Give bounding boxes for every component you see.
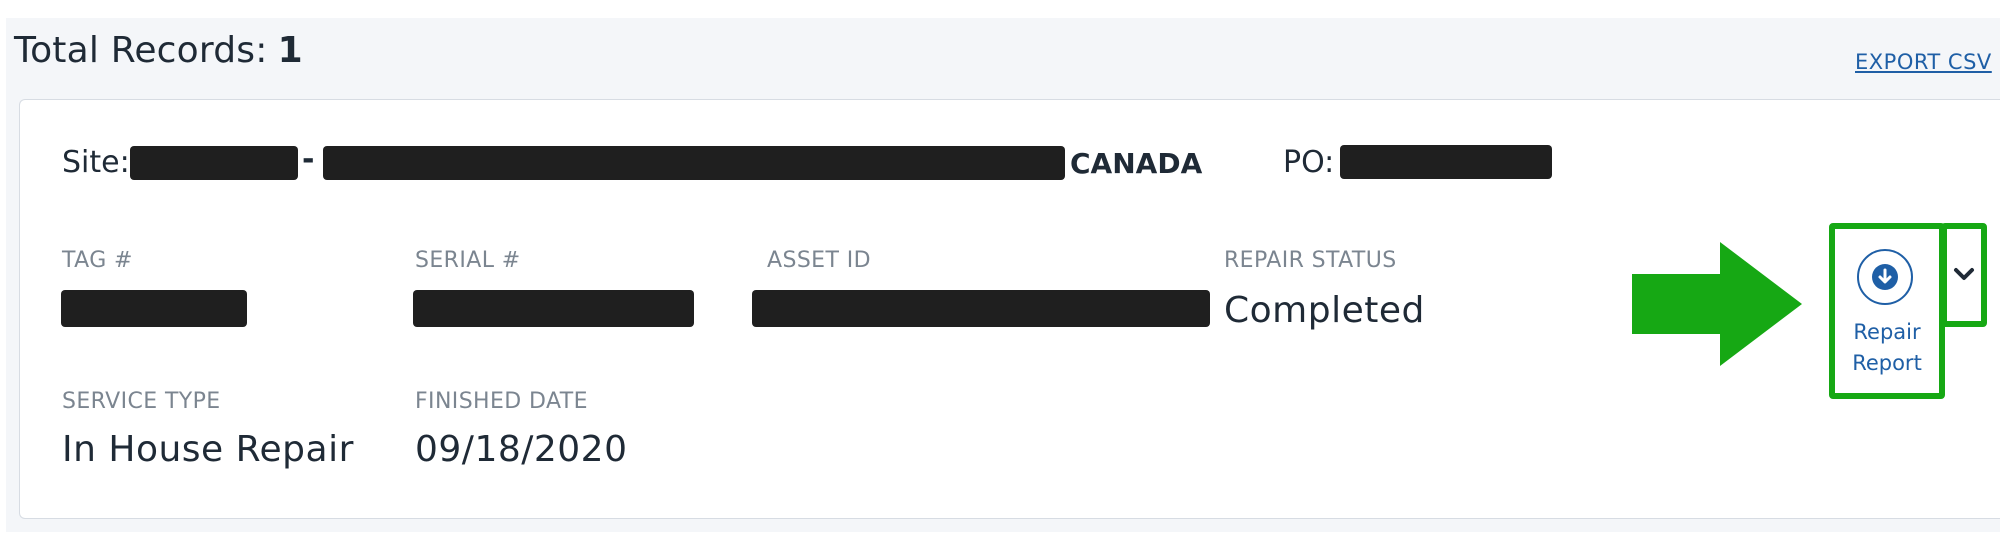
repair-report-label: Repair Report (1835, 317, 1939, 379)
export-csv-link[interactable]: EXPORT CSV (1855, 50, 1992, 74)
serial-label: SERIAL # (415, 248, 521, 273)
download-circle-icon (1857, 249, 1913, 305)
repair-status-label: REPAIR STATUS (1224, 248, 1397, 273)
total-records-count: 1 (277, 30, 303, 71)
redacted-serial-value (413, 290, 694, 327)
redacted-site-name (323, 146, 1065, 180)
asset-id-label: ASSET ID (767, 248, 871, 273)
expand-record-button[interactable] (1941, 223, 1987, 327)
repair-status-value: Completed (1224, 290, 1425, 331)
service-type-label: SERVICE TYPE (62, 389, 221, 414)
site-separator: - (302, 142, 315, 177)
repair-report-label-line1: Repair (1853, 320, 1921, 344)
repair-report-button[interactable]: Repair Report (1829, 223, 1945, 399)
service-type-value: In House Repair (62, 429, 354, 470)
site-country: CANADA (1070, 147, 1203, 180)
tag-label: TAG # (62, 248, 133, 273)
finished-date-label: FINISHED DATE (415, 389, 588, 414)
total-records: Total Records: 1 (14, 30, 303, 71)
redacted-site-code (130, 146, 298, 180)
repair-report-label-line2: Report (1852, 351, 1922, 375)
redacted-asset-id-value (752, 290, 1210, 327)
chevron-down-icon (1954, 268, 1974, 280)
redacted-po-number (1340, 145, 1552, 179)
total-records-label: Total Records: (14, 30, 268, 71)
highlight-arrow-icon (1632, 242, 1802, 366)
site-label: Site: (62, 145, 130, 180)
po-label: PO: (1283, 145, 1335, 180)
finished-date-value: 09/18/2020 (415, 429, 628, 470)
redacted-tag-value (61, 290, 247, 327)
